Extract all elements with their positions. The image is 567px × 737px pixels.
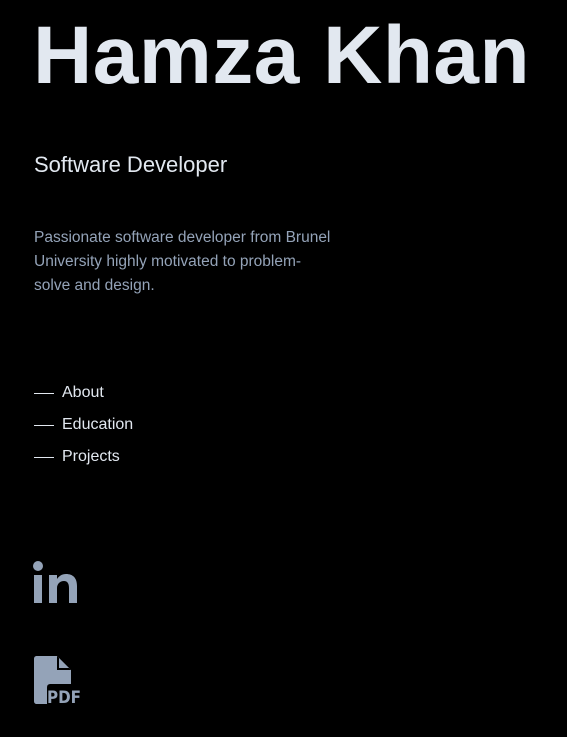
nav-item-education[interactable]: Education — [34, 409, 133, 441]
pdf-file-icon: PDF — [34, 656, 81, 708]
social-links: PDF — [33, 561, 81, 708]
nav-item-projects[interactable]: Projects — [34, 441, 133, 473]
resume-pdf-link[interactable]: PDF — [33, 656, 81, 708]
bio-text: Passionate software developer from Brune… — [34, 229, 331, 294]
nav-indicator-line — [34, 456, 54, 458]
nav-item-about[interactable]: About — [34, 377, 133, 409]
linkedin-icon — [33, 561, 77, 603]
nav-item-label: About — [62, 384, 104, 401]
nav-item-label: Education — [62, 416, 134, 433]
page-title: Hamza Khan — [33, 10, 531, 101]
job-title: Software Developer — [34, 152, 228, 177]
nav-item-label: Projects — [62, 448, 120, 465]
pdf-label: PDF — [47, 688, 81, 706]
nav-indicator-line — [34, 392, 54, 394]
linkedin-link[interactable] — [33, 561, 79, 605]
nav-indicator-line — [34, 424, 54, 426]
section-nav: About Education Projects — [34, 377, 133, 473]
